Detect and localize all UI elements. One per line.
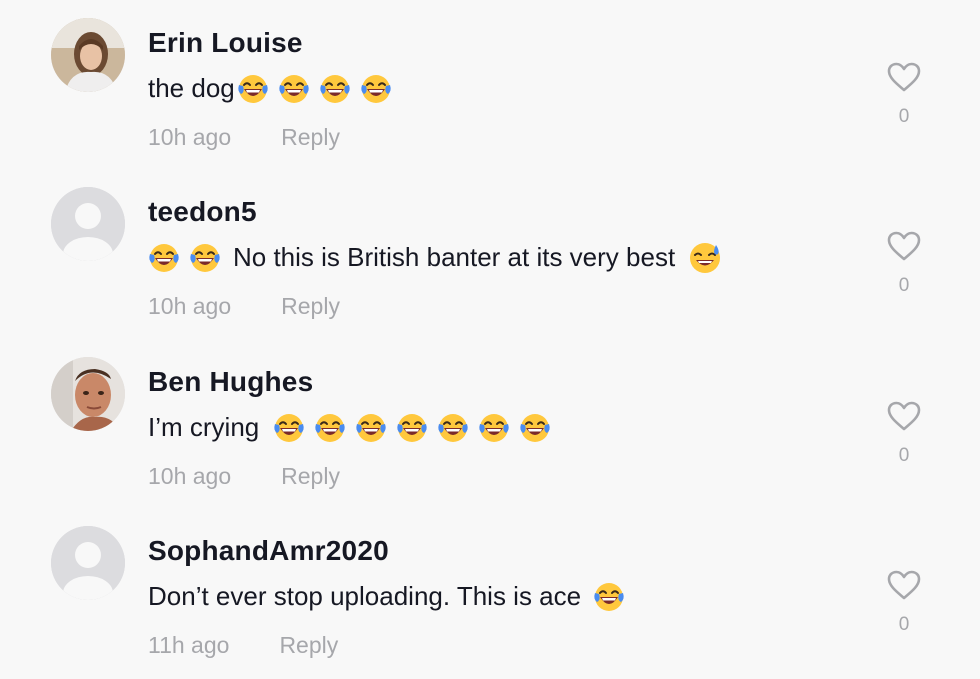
face-with-tears-of-joy-emoji <box>149 244 179 273</box>
like-button[interactable]: 0 <box>886 570 922 636</box>
face-with-tears-of-joy-emoji <box>520 414 550 443</box>
comment-text: the dog <box>148 72 401 105</box>
comment-text-content: No this is British banter at its very be… <box>233 242 676 273</box>
comment-username[interactable]: teedon5 <box>148 196 257 228</box>
reply-button[interactable]: Reply <box>281 293 340 319</box>
face-with-tears-of-joy-emoji <box>320 75 350 104</box>
face-with-tears-of-joy-emoji <box>274 414 304 443</box>
emoji-group <box>593 580 634 613</box>
comment-username[interactable]: Ben Hughes <box>148 366 313 398</box>
avatar[interactable] <box>51 187 125 261</box>
heart-outline-icon <box>887 401 921 431</box>
comment-item: teedon5 No this is British banter at its… <box>0 169 980 338</box>
heart-outline-icon <box>887 570 921 600</box>
face-with-tears-of-joy-emoji <box>438 414 468 443</box>
face-with-tears-of-joy-emoji <box>361 75 391 104</box>
reply-button[interactable]: Reply <box>279 632 338 658</box>
comment-time: 10h ago <box>148 463 232 489</box>
avatar-photo-woman <box>51 18 125 92</box>
comment-meta: 11h ago Reply <box>148 632 338 659</box>
comment-text: I’m crying <box>148 411 560 444</box>
comment-time: 10h ago <box>148 124 232 150</box>
comment-item: Erin Louise the dog 10h ago Reply 0 <box>0 0 980 169</box>
avatar[interactable] <box>51 526 125 600</box>
comment-meta: 10h ago Reply <box>148 293 340 320</box>
comment-text-content: the dog <box>148 73 235 104</box>
face-with-tears-of-joy-emoji <box>356 414 386 443</box>
comment-text: Don’t ever stop uploading. This is ace <box>148 580 634 613</box>
face-with-tears-of-joy-emoji <box>594 583 624 612</box>
reply-button[interactable]: Reply <box>281 463 340 489</box>
heart-outline-icon <box>887 231 921 261</box>
like-count: 0 <box>898 445 910 466</box>
like-count: 0 <box>898 614 910 635</box>
face-with-tears-of-joy-emoji <box>279 75 309 104</box>
face-with-tears-of-joy-emoji <box>479 414 509 443</box>
like-button[interactable]: 0 <box>886 231 922 297</box>
sweat-smile-emoji <box>690 242 721 273</box>
face-with-tears-of-joy-emoji <box>397 414 427 443</box>
face-with-tears-of-joy-emoji <box>238 75 268 104</box>
default-avatar-icon <box>51 187 125 261</box>
like-count: 0 <box>898 106 910 127</box>
comment-text-content: I’m crying <box>148 412 260 443</box>
emoji-group <box>237 72 401 105</box>
heart-outline-icon <box>887 62 921 92</box>
comment-text: No this is British banter at its very be… <box>148 241 730 274</box>
comment-time: 11h ago <box>148 632 230 658</box>
emoji-group <box>148 241 230 274</box>
avatar[interactable] <box>51 357 125 431</box>
comment-list: Erin Louise the dog 10h ago Reply 0 teedo… <box>0 0 980 679</box>
comment-meta: 10h ago Reply <box>148 124 340 151</box>
avatar[interactable] <box>51 18 125 92</box>
like-count: 0 <box>898 275 910 296</box>
comment-item: Ben Hughes I’m crying 10h ago Reply 0 <box>0 339 980 508</box>
like-button[interactable]: 0 <box>886 62 922 128</box>
comment-time: 10h ago <box>148 293 232 319</box>
avatar-photo-man <box>51 357 125 431</box>
face-with-tears-of-joy-emoji <box>315 414 345 443</box>
face-with-tears-of-joy-emoji <box>190 244 220 273</box>
comment-meta: 10h ago Reply <box>148 463 340 490</box>
emoji-group <box>273 411 560 444</box>
comment-username[interactable]: Erin Louise <box>148 27 303 59</box>
comment-username[interactable]: SophandAmr2020 <box>148 535 389 567</box>
like-button[interactable]: 0 <box>886 401 922 467</box>
reply-button[interactable]: Reply <box>281 124 340 150</box>
comment-text-content: Don’t ever stop uploading. This is ace <box>148 581 582 612</box>
default-avatar-icon <box>51 526 125 600</box>
comment-item: SophandAmr2020 Don’t ever stop uploading… <box>0 508 980 677</box>
